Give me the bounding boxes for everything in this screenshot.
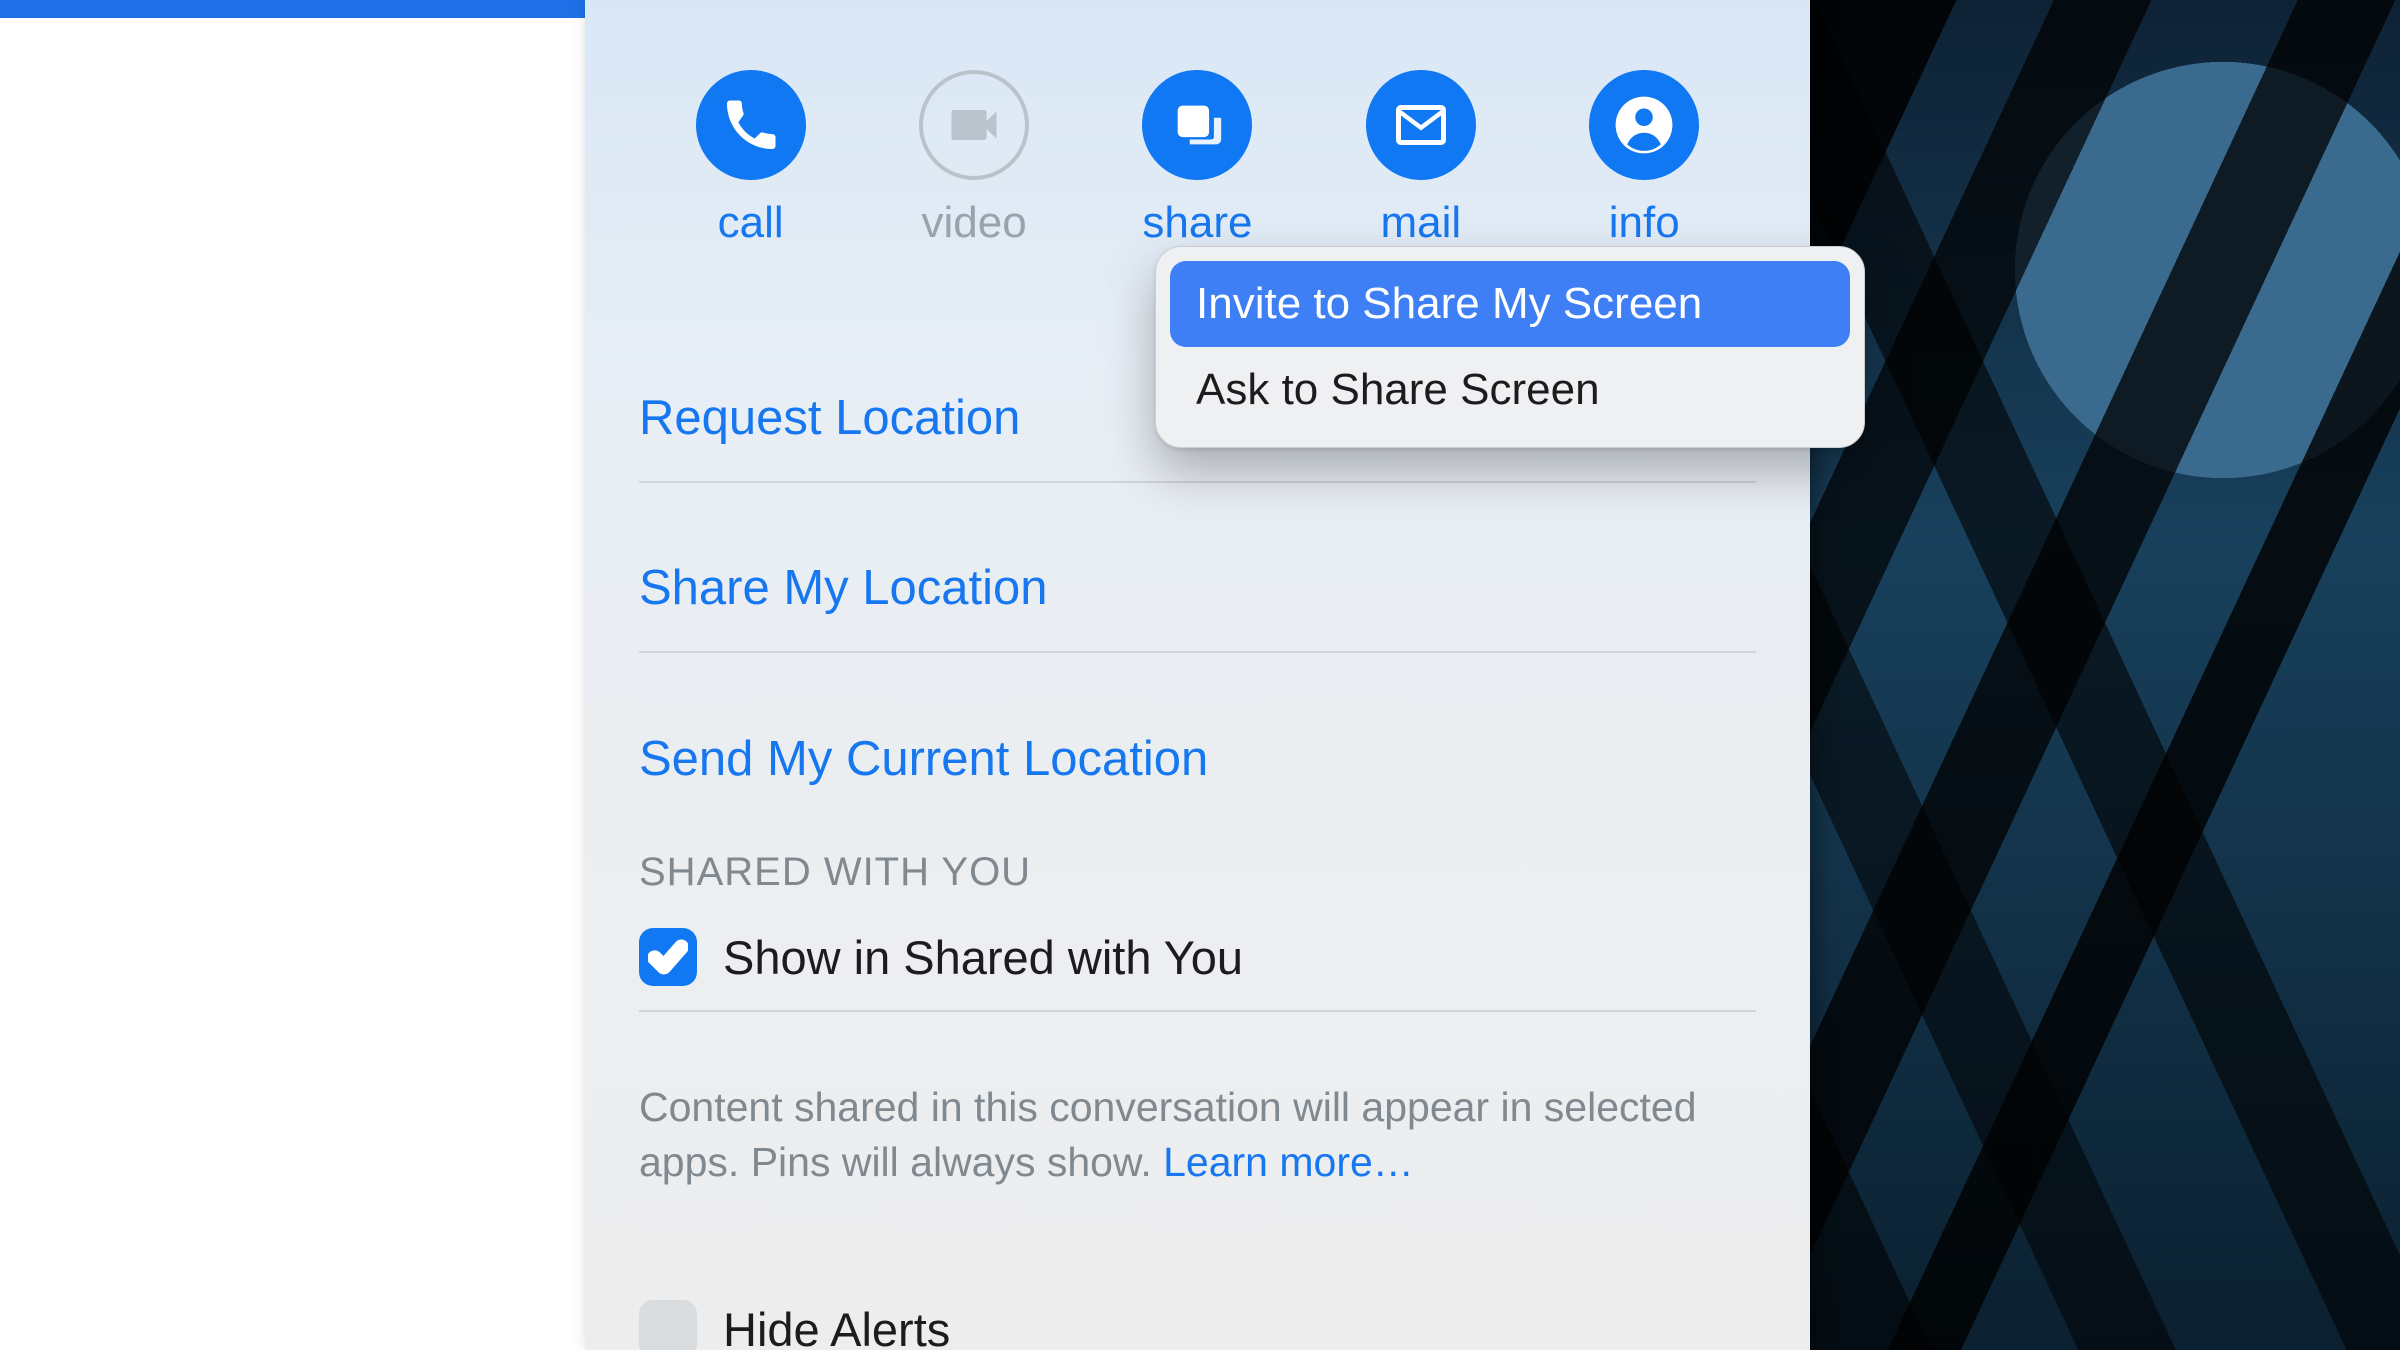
hide-alerts-checkbox[interactable] [639, 1300, 697, 1350]
hide-alerts-label: Hide Alerts [723, 1302, 950, 1350]
invite-share-my-screen-item[interactable]: Invite to Share My Screen [1170, 261, 1850, 347]
mail-button[interactable]: mail [1341, 70, 1501, 248]
show-in-shared-label: Show in Shared with You [723, 930, 1243, 985]
messages-sidebar [0, 18, 585, 1350]
info-label: info [1609, 198, 1680, 248]
video-button: video [894, 70, 1054, 248]
shared-with-you-header: SHARED WITH YOU [639, 850, 1031, 895]
send-current-location-link[interactable]: Send My Current Location [639, 695, 1756, 823]
share-screen-menu: Invite to Share My Screen Ask to Share S… [1155, 246, 1865, 448]
call-label: call [718, 198, 784, 248]
desktop-wallpaper [1810, 0, 2400, 1350]
send-current-location-label: Send My Current Location [639, 731, 1208, 787]
shared-with-you-help: Content shared in this conversation will… [639, 1080, 1730, 1191]
video-label: video [921, 198, 1026, 248]
ask-to-share-screen-item[interactable]: Ask to Share Screen [1170, 347, 1850, 433]
conversation-details-panel: call video share mail [585, 0, 1810, 1350]
hide-alerts-row[interactable]: Hide Alerts [639, 1300, 1756, 1350]
phone-icon [696, 70, 806, 180]
person-info-icon [1589, 70, 1699, 180]
show-in-shared-checkbox[interactable] [639, 928, 697, 986]
video-icon [919, 70, 1029, 180]
share-label: share [1142, 198, 1252, 248]
screen-root: call video share mail [0, 0, 2400, 1350]
share-my-location-link[interactable]: Share My Location [639, 525, 1756, 653]
ask-share-label: Ask to Share Screen [1196, 365, 1600, 415]
contact-actions-row: call video share mail [585, 70, 1810, 248]
show-in-shared-row[interactable]: Show in Shared with You [639, 922, 1756, 1012]
mail-label: mail [1381, 198, 1462, 248]
learn-more-link[interactable]: Learn more… [1163, 1139, 1414, 1185]
share-button[interactable]: share [1117, 70, 1277, 248]
info-button[interactable]: info [1564, 70, 1724, 248]
share-screen-icon [1142, 70, 1252, 180]
invite-share-label: Invite to Share My Screen [1196, 279, 1702, 329]
share-my-location-label: Share My Location [639, 560, 1048, 616]
request-location-label: Request Location [639, 390, 1020, 446]
checkmark-icon [648, 937, 688, 977]
mail-icon [1366, 70, 1476, 180]
call-button[interactable]: call [671, 70, 831, 248]
